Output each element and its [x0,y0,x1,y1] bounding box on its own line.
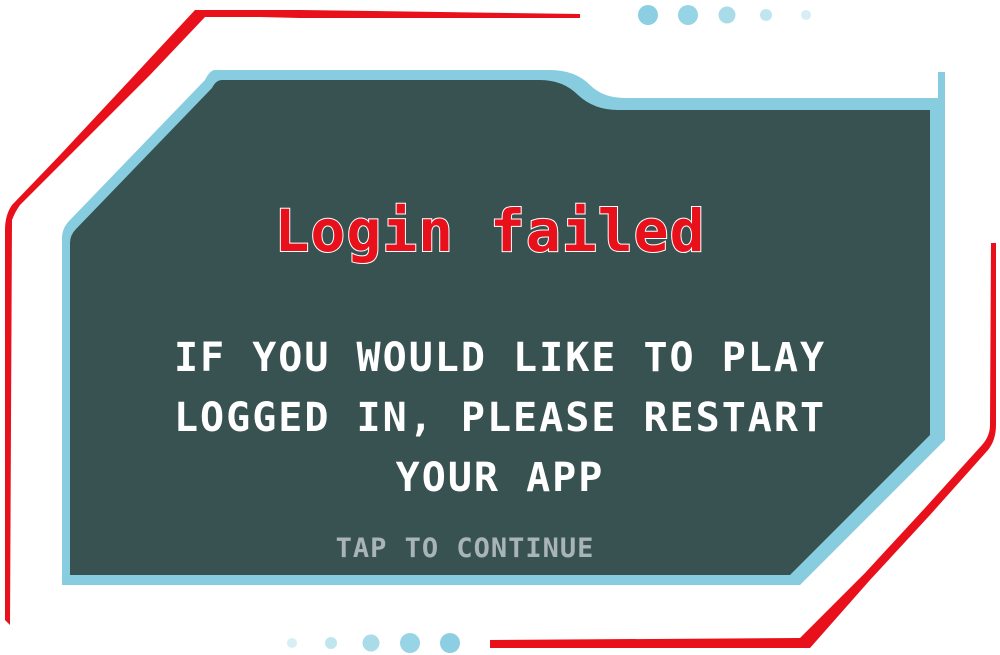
dialog-title: Login failed [273,196,706,266]
dots-indicator-icon [287,633,460,653]
tap-to-continue-button[interactable]: TAP TO CONTINUE [250,529,680,569]
dialog-message: IF YOU WOULD LIKE TO PLAY LOGGED IN, PLE… [173,335,827,501]
dots-indicator-icon [638,5,811,25]
